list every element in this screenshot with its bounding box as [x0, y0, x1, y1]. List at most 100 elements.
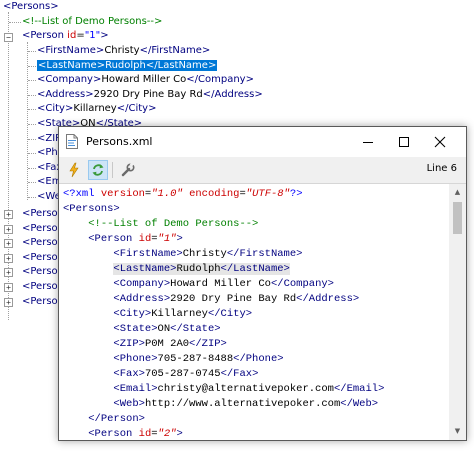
- field-open-tag: <Address>: [113, 293, 171, 305]
- attr-value: "1": [157, 233, 177, 245]
- code-line: <Email>christy@alternativepoker.com</Ema…: [63, 382, 384, 397]
- xml-viewer-window[interactable]: Persons.xml Line 6 <?xml version="1.0" e…: [58, 126, 467, 441]
- xml-comment: <!--List of Demo Persons-->: [88, 218, 259, 230]
- field-close-tag: </Address>: [296, 293, 360, 305]
- field-close-tag: </Company>: [270, 278, 334, 290]
- tree-tag-open: <FirstName>: [37, 45, 105, 56]
- field-value: Killarney: [151, 308, 208, 320]
- tree-node-field[interactable]: <LastName>Rudolph</LastName>: [37, 59, 218, 73]
- refresh-button[interactable]: [88, 160, 108, 180]
- tree-node-field[interactable]: <Company>Howard Miller Co</Company>: [37, 73, 254, 87]
- tree-node-field[interactable]: <City>Killarney</City>: [37, 102, 156, 116]
- field-value: christy@alternativepoker.com: [157, 383, 334, 395]
- collapse-toggle-icon[interactable]: −: [4, 33, 13, 42]
- tree-connector: [28, 182, 36, 184]
- scroll-thumb[interactable]: [453, 202, 462, 234]
- expand-toggle-icon[interactable]: +: [4, 210, 13, 219]
- tree-tag-open: <Person: [22, 30, 68, 41]
- selected-node[interactable]: <LastName>Rudolph</LastName>: [37, 59, 218, 71]
- field-close-tag: </ZIP>: [189, 338, 227, 350]
- refresh-icon: [92, 164, 104, 176]
- field-value: Rudolph: [176, 263, 221, 275]
- code-line: <!--List of Demo Persons-->: [63, 217, 384, 232]
- tree-node-text: Christy: [104, 45, 140, 56]
- expand-toggle-icon[interactable]: +: [4, 239, 13, 249]
- field-value: 705-287-8488: [157, 353, 234, 365]
- tree-node-comment[interactable]: <!--List of Demo Persons-->: [22, 15, 162, 29]
- field-value: ON: [157, 323, 171, 335]
- code-line: <City>Killarney</City>: [63, 307, 384, 322]
- tree-connector: [28, 80, 36, 82]
- maximize-button[interactable]: [386, 127, 422, 157]
- tree-connector: [28, 109, 36, 111]
- field-close-tag: </City>: [207, 308, 253, 320]
- tree-tag-close: </Company>: [186, 74, 254, 86]
- tag-open: <Person: [88, 428, 139, 440]
- xml-editor[interactable]: <?xml version="1.0" encoding="UTF-8"?> <P…: [59, 184, 449, 440]
- tree-node-text: Rudolph: [105, 59, 146, 71]
- maximize-icon: [399, 137, 409, 147]
- window-title: Persons.xml: [86, 135, 153, 148]
- field-value: 2920 Dry Pine Bay Rd: [170, 293, 297, 305]
- toolbar: Line 6: [59, 157, 466, 184]
- tree-tag-open: <Address>: [37, 88, 94, 100]
- field-value: Christy: [182, 248, 227, 260]
- scroll-down-icon[interactable]: ▼: [449, 423, 466, 440]
- tree-node-person-1[interactable]: <Person id="1">: [22, 29, 109, 43]
- tree-tag-open: <LastName>: [38, 59, 106, 71]
- attr-name: id: [138, 233, 152, 245]
- code-line: <LastName>Rudolph</LastName>: [63, 262, 384, 277]
- tree-connector: [28, 65, 36, 67]
- field-open-tag: <Company>: [113, 278, 171, 290]
- tree-node-text: Howard Miller Co: [101, 74, 187, 86]
- field-open-tag: <Phone>: [113, 353, 158, 365]
- title-bar[interactable]: Persons.xml: [59, 127, 466, 157]
- vertical-scrollbar[interactable]: ▲ ▼: [449, 184, 466, 440]
- tree-connector: [28, 94, 36, 96]
- field-close-tag: </Email>: [333, 383, 385, 395]
- tree-tag-open: <Company>: [37, 74, 102, 86]
- tree-tag-close: </FirstName>: [139, 45, 211, 56]
- scroll-up-icon[interactable]: ▲: [449, 184, 466, 201]
- field-open-tag: <ZIP>: [113, 338, 145, 350]
- expand-toggle-icon[interactable]: +: [4, 283, 13, 292]
- attr-name: encoding: [189, 188, 240, 200]
- tree-node-label: <Persons>: [3, 1, 59, 12]
- code-line: <State>ON</State>: [63, 322, 384, 337]
- attr-name: id: [138, 428, 152, 440]
- expand-toggle-icon[interactable]: +: [4, 268, 13, 278]
- field-close-tag: </LastName>: [220, 263, 290, 275]
- minimize-button[interactable]: [350, 127, 386, 157]
- code-line: <Persons>: [63, 202, 384, 217]
- field-open-tag: <State>: [113, 323, 158, 335]
- tree-node-field[interactable]: <Address>2920 Dry Pine Bay Rd</Address>: [37, 88, 263, 102]
- tree-node-field[interactable]: <FirstName>Christy</FirstName>: [37, 44, 210, 58]
- field-open-tag: <Email>: [113, 383, 158, 395]
- close-icon: [434, 136, 446, 148]
- tree-node-root[interactable]: <Persons>: [3, 0, 59, 14]
- lightning-button[interactable]: [64, 160, 84, 180]
- tree-node-label: <!--List of Demo Persons-->: [22, 16, 163, 27]
- xml-file-icon: [66, 134, 78, 149]
- lightning-icon: [69, 162, 79, 178]
- expand-toggle-icon[interactable]: +: [4, 224, 13, 234]
- tree-tag-close: </Address>: [202, 88, 263, 100]
- code-line: <?xml version="1.0" encoding="UTF-8"?>: [63, 188, 303, 200]
- wrench-button[interactable]: [118, 160, 138, 180]
- field-open-tag: <FirstName>: [113, 248, 183, 260]
- attr-name: version: [100, 188, 145, 200]
- expand-toggle-icon[interactable]: +: [4, 297, 13, 307]
- field-close-tag: </Fax>: [220, 368, 259, 380]
- toolbar-separator: [112, 162, 113, 178]
- attr-value: "1.0": [151, 188, 183, 200]
- field-close-tag: </Phone>: [233, 353, 284, 365]
- wrench-icon: [121, 162, 135, 177]
- tree-attr-eq: =: [76, 30, 85, 41]
- xml-code[interactable]: <?xml version="1.0" encoding="UTF-8"?> <P…: [63, 187, 384, 440]
- tree-node-text: Killarney: [73, 103, 117, 115]
- xml-declaration-open: <?xml: [63, 188, 101, 200]
- expand-toggle-icon[interactable]: +: [4, 253, 13, 263]
- close-button[interactable]: [422, 127, 458, 157]
- attr-value: "2": [157, 428, 177, 440]
- field-value: 705-287-0745: [144, 368, 221, 380]
